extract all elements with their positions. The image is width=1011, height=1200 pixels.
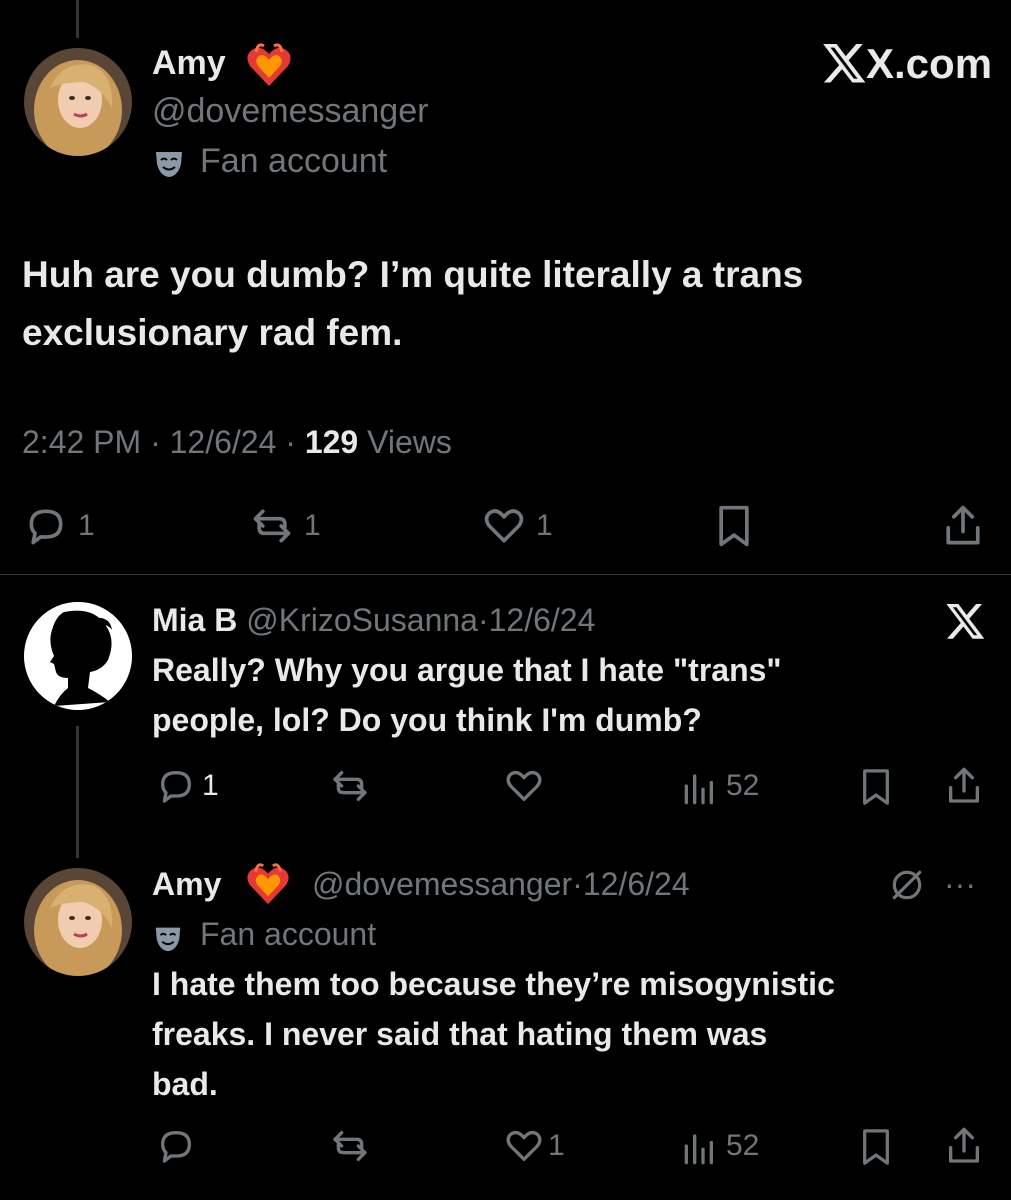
- reply-text-line-1: I hate them too because they’re misogyni…: [152, 966, 835, 1002]
- views-count: 129: [304, 424, 359, 460]
- share-button[interactable]: [944, 1124, 984, 1168]
- share-icon: [949, 767, 979, 803]
- bookmark-icon: [719, 505, 749, 547]
- flaming-heart-icon: [244, 862, 292, 906]
- display-name[interactable]: Amy: [152, 44, 226, 83]
- reply-count: 1: [202, 769, 219, 802]
- views-button[interactable]: 52: [680, 766, 759, 806]
- reply-text-line-3: bad.: [152, 1066, 218, 1102]
- avatar[interactable]: [24, 48, 132, 156]
- repost-icon: [333, 771, 367, 801]
- like-button[interactable]: 1: [482, 504, 553, 548]
- post-text-line-1: Huh are you dumb? I’m quite literally a …: [22, 254, 804, 295]
- thread-line: [76, 726, 79, 858]
- handle[interactable]: @dovemessanger: [312, 866, 572, 902]
- share-icon: [946, 505, 980, 545]
- post-meta: 2:42 PM · 12/6/24 · 129 Views: [22, 424, 452, 461]
- display-name[interactable]: Amy: [152, 866, 221, 903]
- display-name[interactable]: Mia B: [152, 602, 237, 638]
- views-count: 52: [726, 1129, 760, 1162]
- post-date[interactable]: 12/6/24: [170, 424, 277, 460]
- analytics-icon: [684, 774, 713, 805]
- reply-button[interactable]: 1: [24, 504, 95, 548]
- reply-button[interactable]: [156, 1126, 196, 1166]
- bookmark-button[interactable]: [712, 502, 756, 550]
- site-label: X.com: [866, 40, 993, 87]
- share-button[interactable]: [944, 764, 984, 808]
- post-date[interactable]: 12/6/24: [489, 602, 596, 638]
- heart-icon: [484, 509, 524, 543]
- account-label: Fan account: [200, 916, 377, 952]
- reply-text-line-2: freaks. I never said that hating them wa…: [152, 1016, 768, 1052]
- flaming-heart-icon: [244, 42, 294, 88]
- repost-icon: [333, 1131, 367, 1161]
- x-logo-icon: [946, 604, 986, 640]
- reply-icon: [161, 771, 191, 803]
- repost-icon: [253, 509, 291, 543]
- fan-account-mask-icon: [152, 146, 186, 180]
- reply-text-line-1: Really? Why you argue that I hate "trans…: [152, 652, 782, 688]
- divider: [0, 574, 1011, 575]
- views-count: 52: [726, 769, 760, 802]
- repost-count: 1: [304, 509, 321, 542]
- share-button[interactable]: [940, 502, 986, 550]
- like-button[interactable]: [504, 766, 544, 806]
- repost-button[interactable]: [330, 1126, 370, 1166]
- like-count: 1: [536, 509, 553, 542]
- more-options-icon[interactable]: ···: [944, 866, 976, 903]
- avatar[interactable]: [24, 868, 132, 976]
- views-button[interactable]: 52: [680, 1126, 759, 1166]
- reply-header: Mia B @KrizoSusanna·12/6/24: [152, 602, 595, 639]
- reply-meta: @dovemessanger·12/6/24: [312, 866, 690, 903]
- meta-separator: ·: [572, 866, 583, 902]
- repost-button[interactable]: [330, 766, 370, 806]
- reply-button[interactable]: 1: [156, 766, 219, 806]
- reply-count: 1: [78, 509, 95, 542]
- bookmark-icon: [863, 1129, 889, 1165]
- bookmark-button[interactable]: [856, 766, 896, 808]
- reply-icon: [29, 509, 63, 545]
- bookmark-button[interactable]: [856, 1126, 896, 1168]
- heart-icon: [506, 1130, 542, 1161]
- handle[interactable]: @KrizoSusanna: [246, 602, 478, 638]
- avatar[interactable]: [24, 602, 132, 710]
- reply-text-line-2: people, lol? Do you think I'm dumb?: [152, 702, 702, 738]
- repost-button[interactable]: 1: [250, 504, 321, 548]
- post-text-line-2: exclusionary rad fem.: [22, 312, 403, 353]
- post-date[interactable]: 12/6/24: [583, 866, 690, 902]
- reply-icon: [161, 1131, 191, 1163]
- post-time[interactable]: 2:42 PM: [22, 424, 141, 460]
- analytics-icon: [684, 1134, 713, 1165]
- share-icon: [949, 1127, 979, 1163]
- bookmark-icon: [863, 769, 889, 805]
- thread-line-top: [76, 0, 79, 38]
- meta-separator: ·: [477, 602, 489, 638]
- heart-icon: [506, 770, 542, 801]
- like-count: 1: [548, 1129, 565, 1162]
- circle-slash-icon: [888, 866, 926, 904]
- meta-separator: ·: [150, 424, 161, 460]
- handle[interactable]: @dovemessanger: [152, 92, 428, 131]
- views-label: Views: [367, 424, 452, 460]
- meta-separator: ·: [285, 424, 296, 460]
- like-button[interactable]: 1: [504, 1126, 565, 1166]
- account-label: Fan account: [200, 142, 388, 180]
- fan-account-mask-icon: [152, 922, 184, 954]
- x-logo-icon: [822, 44, 868, 84]
